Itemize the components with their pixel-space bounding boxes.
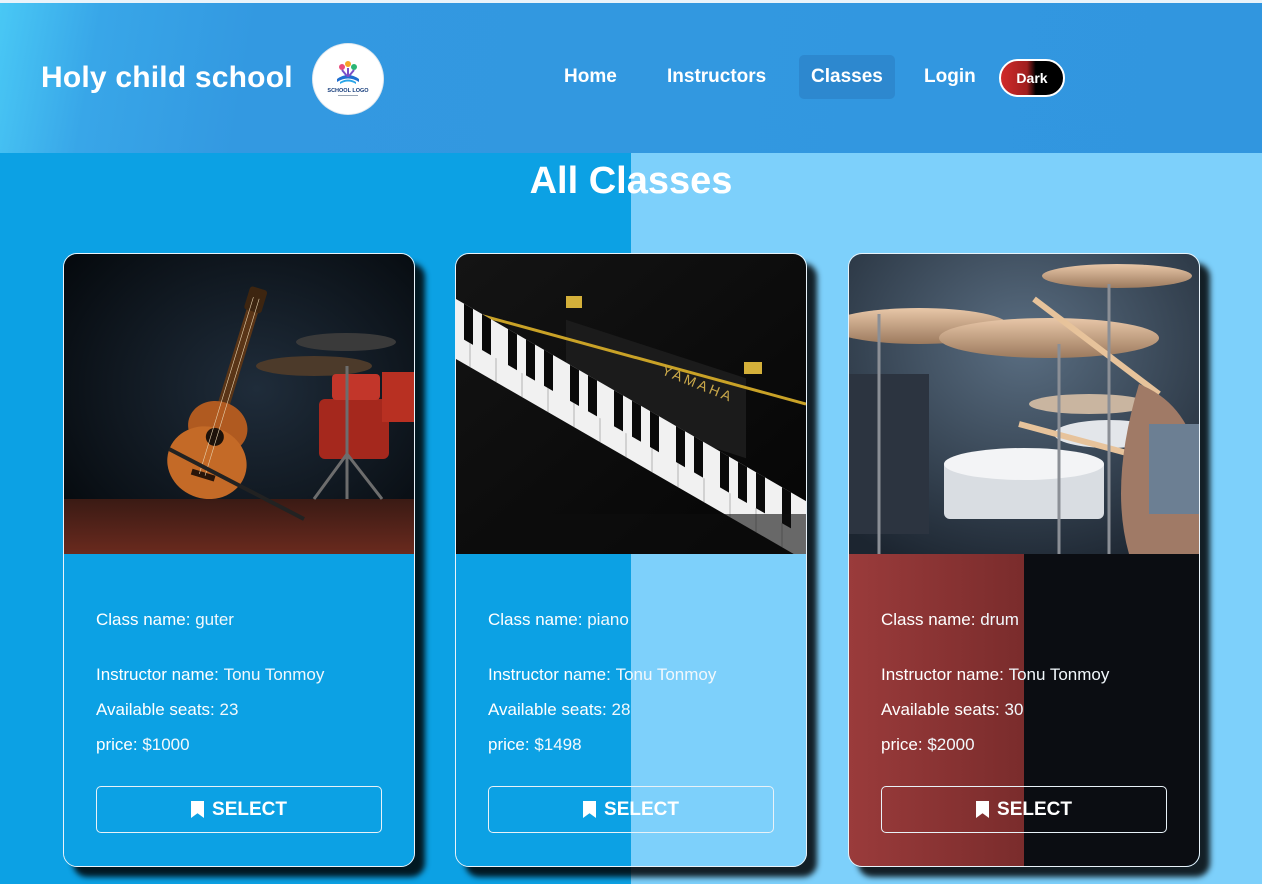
nav-home[interactable]: Home (552, 55, 629, 99)
seats-value: 28 (611, 700, 631, 719)
instructor-label: Instructor name: (881, 665, 1004, 684)
price-value: $1498 (534, 735, 582, 754)
seats-value: 23 (219, 700, 239, 719)
dark-mode-toggle[interactable]: Dark (999, 59, 1065, 97)
class-image-guitar (64, 254, 414, 554)
seats-label: Available seats: (881, 700, 1000, 719)
nav-login[interactable]: Login (912, 55, 988, 99)
class-name-row: Class name: drum (881, 610, 1019, 630)
class-card-guitar: Class name: guter Instructor name: Tonu … (63, 253, 415, 867)
price-label: price: (881, 735, 923, 754)
class-name-value: piano (587, 610, 629, 629)
select-class-button[interactable]: SELECT (96, 786, 382, 833)
page-title: All Classes (529, 160, 733, 202)
school-logo-icon: SCHOOL LOGO (327, 61, 369, 96)
instructor-value: Tonu Tonmoy (223, 665, 325, 684)
seats-value: 30 (1004, 700, 1024, 719)
logo-text: SCHOOL LOGO (327, 88, 369, 94)
select-class-button[interactable]: SELECT (488, 786, 774, 833)
price-label: price: (96, 735, 138, 754)
class-name-label: Class name: (881, 610, 976, 629)
price-value: $2000 (927, 735, 975, 754)
seats-row: Available seats: 23 (96, 700, 238, 720)
instructor-label: Instructor name: (96, 665, 219, 684)
price-label: price: (488, 735, 530, 754)
price-row: price: $2000 (881, 735, 975, 755)
class-image-piano: YAMAHA (456, 254, 806, 554)
select-button-label: SELECT (212, 798, 287, 820)
nav-instructors[interactable]: Instructors (655, 55, 778, 99)
instructor-row: Instructor name: Tonu Tonmoy (488, 665, 716, 685)
price-row: price: $1000 (96, 735, 190, 755)
class-name-value: guter (195, 610, 234, 629)
select-button-label: SELECT (997, 798, 1072, 820)
seats-label: Available seats: (488, 700, 607, 719)
class-name-label: Class name: (488, 610, 583, 629)
class-card-piano: YAMAHA Class name: piano Instructor name… (455, 253, 807, 867)
class-name-value: drum (980, 610, 1019, 629)
instructor-row: Instructor name: Tonu Tonmoy (96, 665, 324, 685)
class-card-drum: Class name: drum Instructor name: Tonu T… (848, 253, 1200, 867)
price-row: price: $1498 (488, 735, 582, 755)
school-logo[interactable]: SCHOOL LOGO (313, 44, 383, 114)
seats-label: Available seats: (96, 700, 215, 719)
site-brand[interactable]: Holy child school (41, 61, 293, 95)
bookmark-icon (191, 801, 205, 818)
bookmark-icon (583, 801, 597, 818)
class-name-label: Class name: (96, 610, 191, 629)
seats-row: Available seats: 30 (881, 700, 1023, 720)
class-name-row: Class name: piano (488, 610, 629, 630)
price-value: $1000 (142, 735, 190, 754)
instructor-value: Tonu Tonmoy (1008, 665, 1110, 684)
nav-classes[interactable]: Classes (799, 55, 895, 99)
instructor-row: Instructor name: Tonu Tonmoy (881, 665, 1109, 685)
instructor-value: Tonu Tonmoy (615, 665, 717, 684)
instructor-label: Instructor name: (488, 665, 611, 684)
bookmark-icon (976, 801, 990, 818)
class-image-drum (849, 254, 1199, 554)
class-name-row: Class name: guter (96, 610, 234, 630)
select-button-label: SELECT (604, 798, 679, 820)
select-class-button[interactable]: SELECT (881, 786, 1167, 833)
seats-row: Available seats: 28 (488, 700, 630, 720)
top-border (0, 0, 1262, 3)
site-header: Holy child school SCHOOL LOGO Home Instr… (0, 3, 1262, 153)
